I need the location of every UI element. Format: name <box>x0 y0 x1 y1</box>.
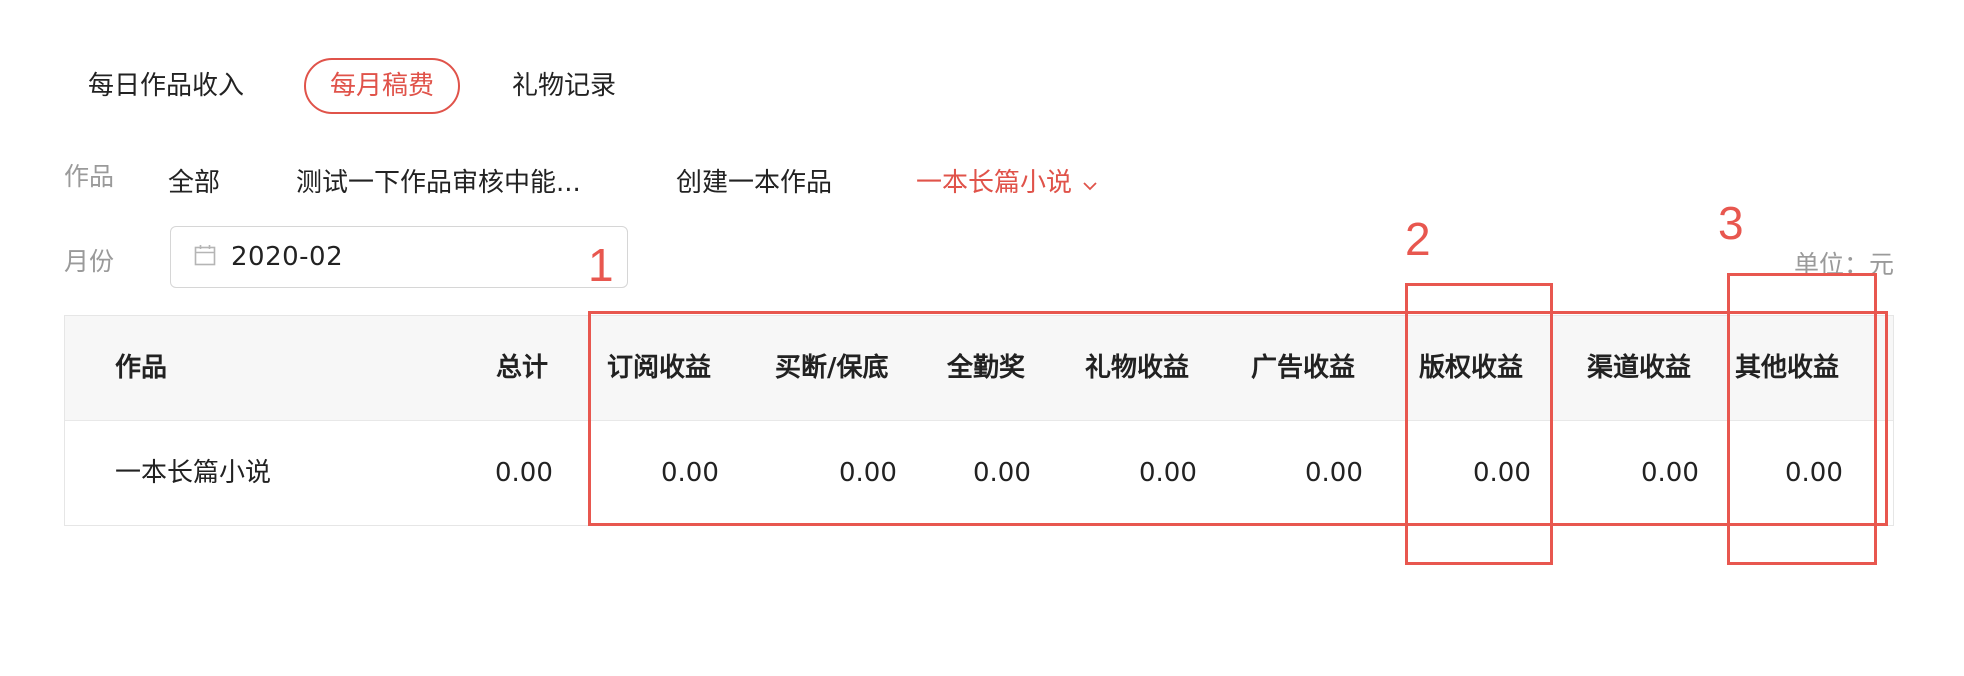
calendar-icon <box>193 243 217 271</box>
annotation-number-3: 3 <box>1718 197 1744 249</box>
chevron-down-icon <box>1082 169 1098 199</box>
tab-monthly-fee[interactable]: 每月稿费 <box>304 58 461 114</box>
annotation-number-1: 1 <box>588 239 614 291</box>
col-header-work: 作品 <box>115 353 168 383</box>
annotation-box-3 <box>1727 273 1877 565</box>
work-option-long-novel[interactable]: 一本长篇小说 <box>916 162 1098 199</box>
month-filter-label: 月份 <box>64 247 115 276</box>
work-option-test[interactable]: 测试一下作品审核中能... <box>296 162 581 199</box>
cell-total: 0.00 <box>495 458 553 488</box>
tab-gift-records[interactable]: 礼物记录 <box>512 58 616 114</box>
work-filter-label: 作品 <box>64 162 115 191</box>
work-option-long-novel-label: 一本长篇小说 <box>916 168 1073 198</box>
col-header-total: 总计 <box>496 353 549 383</box>
annotation-number-2: 2 <box>1405 213 1431 265</box>
annotation-box-2 <box>1405 283 1553 565</box>
tab-daily-income[interactable]: 每日作品收入 <box>88 58 244 114</box>
annotation-box-1 <box>588 311 1888 526</box>
work-option-create[interactable]: 创建一本作品 <box>676 162 832 199</box>
month-picker-input[interactable]: 2020-02 <box>170 226 628 288</box>
cell-work: 一本长篇小说 <box>115 458 272 488</box>
month-value: 2020-02 <box>231 242 344 272</box>
work-option-all[interactable]: 全部 <box>168 162 220 199</box>
